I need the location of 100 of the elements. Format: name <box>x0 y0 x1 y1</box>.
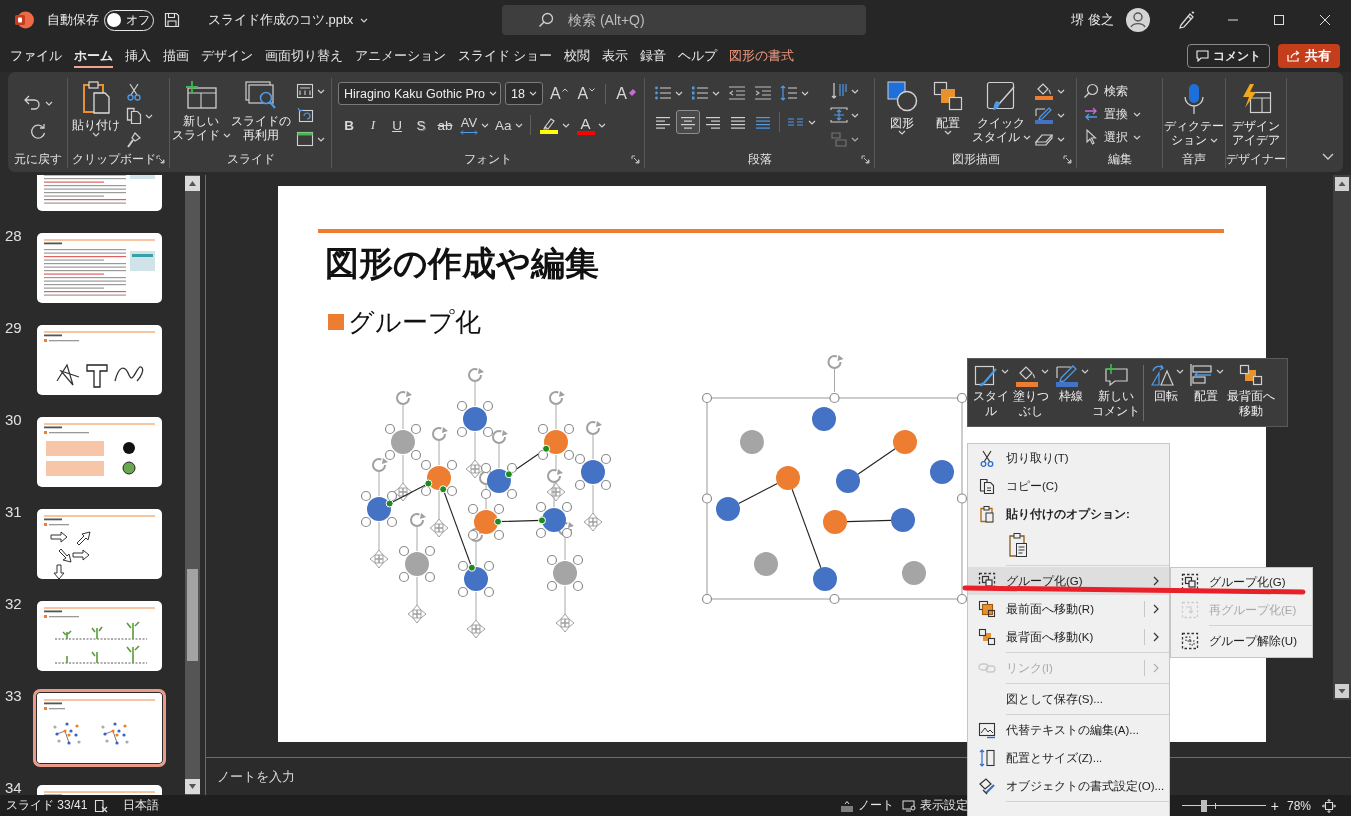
rotate-handle[interactable] <box>468 368 484 407</box>
move-handle-icon[interactable] <box>583 484 603 532</box>
resize-handle[interactable] <box>956 593 968 605</box>
notes-button[interactable]: ノート <box>839 797 894 814</box>
comment-button[interactable]: コメント <box>1187 44 1270 68</box>
move-handle-icon[interactable] <box>407 576 427 624</box>
scroll-down-icon[interactable] <box>185 779 200 794</box>
resize-handle[interactable] <box>480 462 492 474</box>
scissors-icon[interactable] <box>126 83 142 101</box>
scrollbar[interactable] <box>185 175 200 795</box>
resize-handle[interactable] <box>424 545 436 557</box>
resize-handle[interactable] <box>563 423 575 435</box>
move-handle-icon[interactable] <box>555 585 575 633</box>
design-ideas-button[interactable]: デザイン アイデア <box>1230 81 1282 147</box>
resize-handle[interactable] <box>482 426 494 438</box>
menu-item[interactable]: 最前面へ移動(R) <box>968 595 1169 623</box>
ribbon-tab[interactable]: スライド ショー <box>452 40 559 72</box>
resize-handle[interactable] <box>493 529 505 541</box>
rotate-handle[interactable] <box>827 355 844 393</box>
connection-point[interactable] <box>504 470 513 479</box>
fit-to-window-icon[interactable] <box>1322 798 1336 813</box>
find-button[interactable]: 検索 <box>1083 80 1128 102</box>
resize-handle[interactable] <box>420 459 432 471</box>
resize-handle[interactable] <box>956 392 968 404</box>
toolbar-button[interactable]: 最背面へ 移動 <box>1226 363 1276 419</box>
font-style-button[interactable]: S <box>410 113 432 137</box>
font-style-button[interactable]: U <box>386 113 408 137</box>
resize-handle[interactable] <box>546 580 558 592</box>
resize-handle[interactable] <box>384 423 396 435</box>
scrollbar-thumb[interactable] <box>187 569 198 661</box>
move-handle-icon[interactable] <box>429 490 449 538</box>
slide-thumbnail[interactable] <box>37 509 162 579</box>
menu-item[interactable]: 代替テキストの編集(A)... <box>968 716 1169 744</box>
close-icon[interactable] <box>1320 15 1330 25</box>
slide-thumbnail[interactable] <box>33 689 166 767</box>
paint-bucket-icon[interactable] <box>1034 82 1054 100</box>
slide-thumbnail[interactable] <box>37 233 162 303</box>
resize-handle[interactable] <box>446 485 458 497</box>
rotate-handle[interactable] <box>396 391 412 430</box>
grow-font-button[interactable]: A <box>546 82 571 105</box>
connection-point[interactable] <box>542 444 551 453</box>
search-field[interactable]: 検索 (Alt+Q) <box>502 5 866 35</box>
resize-handle[interactable] <box>561 527 573 539</box>
resize-handle[interactable] <box>829 593 840 605</box>
align-text-icon[interactable] <box>830 106 848 124</box>
resize-handle[interactable] <box>446 459 458 471</box>
resize-handle[interactable] <box>535 501 547 513</box>
resize-handle[interactable] <box>398 571 410 583</box>
ribbon-tab[interactable]: ヘルプ <box>672 40 724 72</box>
move-handle-icon[interactable] <box>466 591 486 639</box>
ribbon-tab[interactable]: 録音 <box>634 40 673 72</box>
clear-formatting-button[interactable]: A <box>613 82 640 105</box>
menu-item[interactable]: オブジェクトの書式設定(O)... <box>968 772 1169 800</box>
replace-button[interactable]: 置換 <box>1083 103 1141 125</box>
menu-item[interactable]: 最背面へ移動(K) <box>968 623 1169 651</box>
resize-handle[interactable] <box>456 426 468 438</box>
scroll-up-icon[interactable] <box>1335 177 1349 191</box>
accessibility-icon[interactable] <box>94 798 110 813</box>
dialog-launcher-icon[interactable] <box>631 154 640 164</box>
resize-handle[interactable] <box>457 560 469 572</box>
select-button[interactable]: 選択 <box>1083 126 1141 148</box>
shrink-font-button[interactable]: A <box>574 82 599 105</box>
ribbon-tab[interactable]: 描画 <box>157 40 195 72</box>
menu-item[interactable]: グループ解除(U) <box>1171 627 1312 655</box>
avatar-icon[interactable] <box>1126 8 1150 32</box>
resize-handle[interactable] <box>467 529 479 541</box>
rotate-handle[interactable] <box>547 469 563 508</box>
resize-handle[interactable] <box>701 593 713 605</box>
resize-handle[interactable] <box>483 560 495 572</box>
rotate-handle[interactable] <box>549 391 565 430</box>
zoom-percent-button[interactable]: 78% <box>1286 798 1311 813</box>
resize-handle[interactable] <box>600 453 612 465</box>
toolbar-button[interactable]: 回転 <box>1146 363 1186 404</box>
slide-thumbnail[interactable] <box>37 175 162 211</box>
ribbon-tab[interactable]: 校閲 <box>558 40 597 72</box>
menu-item[interactable]: グループ化(G) <box>1171 568 1312 596</box>
dialog-launcher-icon[interactable] <box>861 154 870 164</box>
rotate-handle[interactable] <box>372 458 388 497</box>
zoom-in-button[interactable]: + <box>1270 797 1279 814</box>
resize-handle[interactable] <box>483 586 495 598</box>
ribbon-tab[interactable]: 挿入 <box>119 40 157 72</box>
selection-box[interactable] <box>706 397 963 600</box>
save-icon[interactable] <box>164 12 180 28</box>
resize-handle[interactable] <box>456 400 468 412</box>
reset-icon[interactable] <box>296 107 314 123</box>
resize-handle[interactable] <box>572 554 584 566</box>
scroll-up-icon[interactable] <box>185 176 200 191</box>
connection-point[interactable] <box>494 517 502 526</box>
scroll-down-icon[interactable] <box>1335 684 1349 698</box>
numbered-list-icon[interactable] <box>691 85 709 101</box>
resize-handle[interactable] <box>574 453 586 465</box>
move-handle-icon[interactable] <box>393 454 413 502</box>
undo-icon[interactable] <box>22 93 42 113</box>
reuse-slides-button[interactable]: スライドの 再利用 <box>229 78 293 150</box>
resize-handle[interactable] <box>480 488 492 500</box>
connection-point[interactable] <box>385 499 394 508</box>
view-settings-button[interactable]: 表示設定 <box>901 797 968 814</box>
file-name-button[interactable]: スライド作成のコツ.pptx <box>208 11 369 29</box>
slide-thumbnail[interactable] <box>37 417 162 487</box>
increase-indent-icon[interactable] <box>754 85 772 101</box>
